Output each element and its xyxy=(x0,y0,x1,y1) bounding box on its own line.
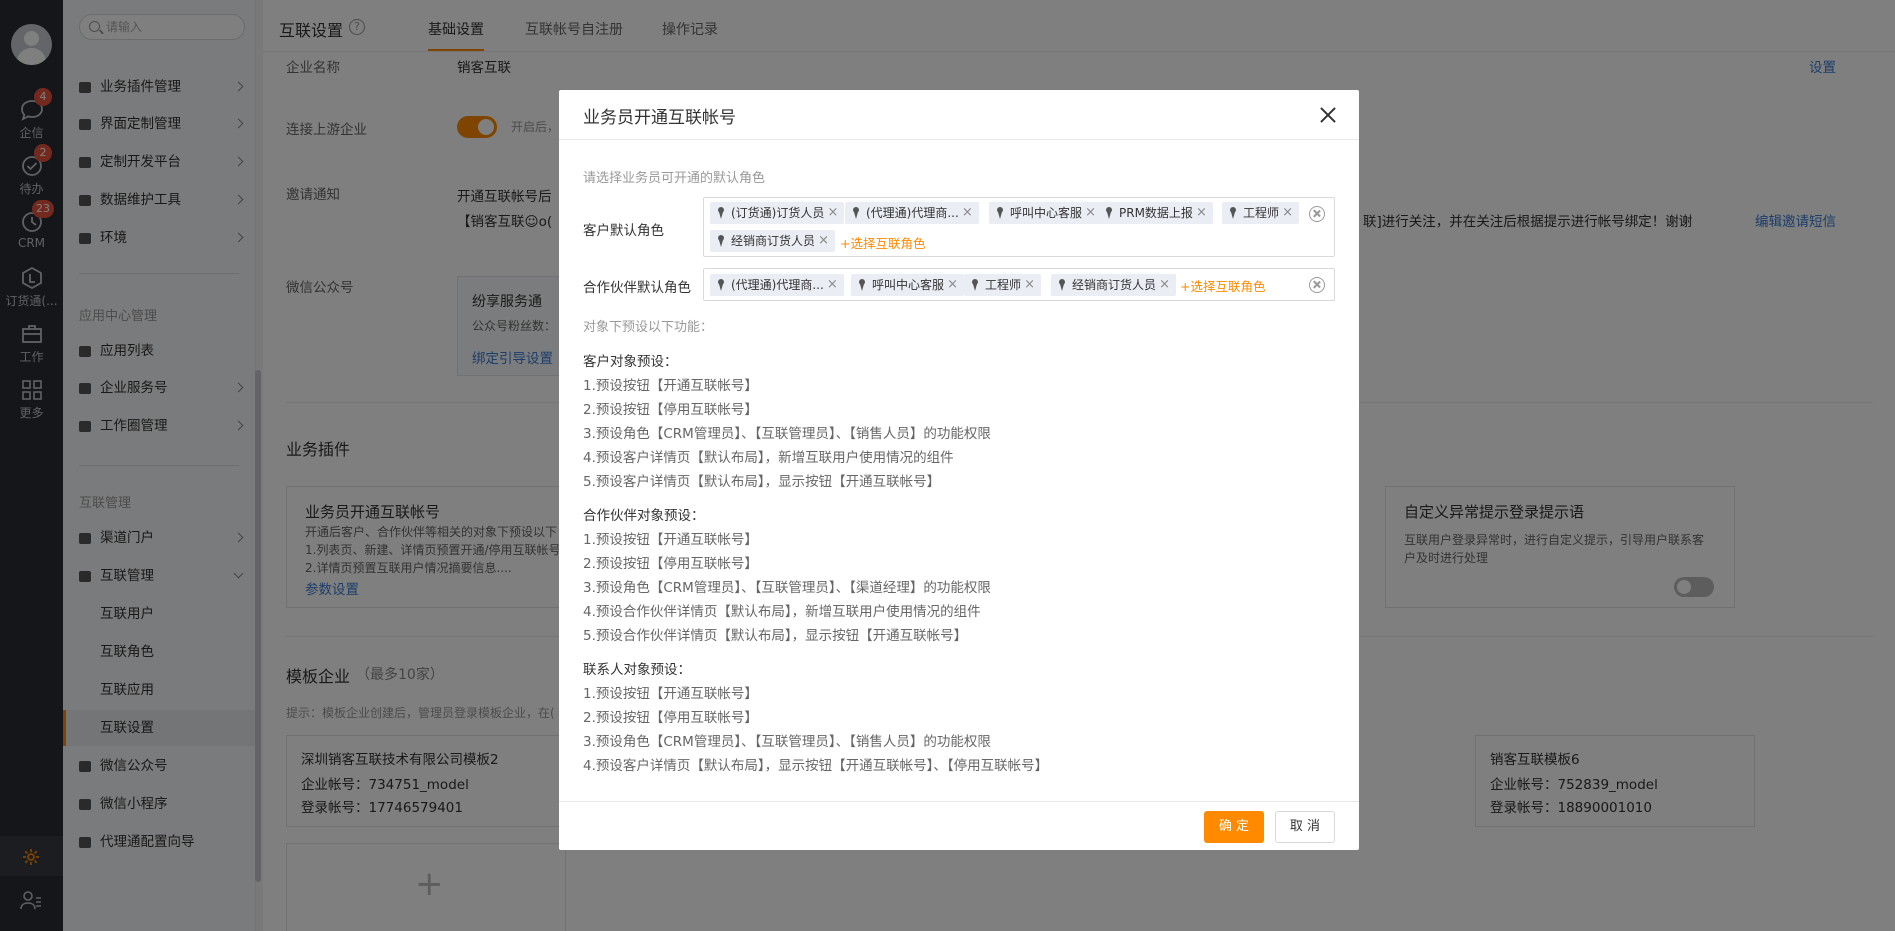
remove-tag-icon[interactable]: × xyxy=(947,274,958,296)
confirm-button[interactable]: 确 定 xyxy=(1204,811,1264,843)
preset-line: 4.预设客户详情页【默认布局】，新增互联用户使用情况的组件 xyxy=(583,450,954,466)
remove-tag-icon[interactable]: × xyxy=(1085,202,1096,224)
role-tag: 经销商订货人员 × xyxy=(1051,274,1177,296)
role-pin-icon xyxy=(718,207,724,219)
remove-tag-icon[interactable]: × xyxy=(1159,274,1170,296)
preset-line: 4.预设合作伙伴详情页【默认布局】，新增互联用户使用情况的组件 xyxy=(583,604,981,620)
preset-hint: 对象下预设以下功能： xyxy=(583,320,714,335)
remove-tag-icon[interactable]: × xyxy=(827,202,838,224)
close-icon[interactable] xyxy=(1316,103,1340,127)
partner-preset-title: 合作伙伴对象预设： xyxy=(583,508,705,524)
role-tag-label: 呼叫中心客服 xyxy=(872,278,945,292)
role-tag: (代理通)代理商... × xyxy=(710,274,844,296)
preset-line: 3.预设角色【CRM管理员】、【互联管理员】、【销售人员】的功能权限 xyxy=(583,734,991,750)
role-tag-label: 工程师 xyxy=(985,278,1022,292)
role-tag: 工程师 × xyxy=(1222,202,1300,224)
role-pin-icon xyxy=(997,207,1003,219)
preset-line: 5.预设合作伙伴详情页【默认布局】，显示按钮【开通互联帐号】 xyxy=(583,628,968,644)
role-tag-label: PRM数据上报 xyxy=(1119,206,1193,220)
clear-all-icon[interactable] xyxy=(1309,206,1325,222)
role-tag-label: (代理通)代理商... xyxy=(866,206,959,220)
remove-tag-icon[interactable]: × xyxy=(1024,274,1035,296)
remove-tag-icon[interactable]: × xyxy=(962,202,973,224)
role-tag: PRM数据上报 × xyxy=(1098,202,1213,224)
dialog-title: 业务员开通互联帐号 xyxy=(583,108,736,128)
role-pin-icon xyxy=(1230,207,1236,219)
role-pin-icon xyxy=(718,235,724,247)
role-tag-label: (代理通)代理商... xyxy=(731,278,824,292)
contact-preset-title: 联系人对象预设： xyxy=(583,662,691,678)
preset-line: 3.预设角色【CRM管理员】、【互联管理员】、【渠道经理】的功能权限 xyxy=(583,580,991,596)
remove-tag-icon[interactable]: × xyxy=(1282,202,1293,224)
role-tag: (订货通)订货人员 × xyxy=(710,202,845,224)
role-pin-icon xyxy=(718,279,724,291)
preset-line: 4.预设客户详情页【默认布局】，显示按钮【开通互联帐号】、【停用互联帐号】 xyxy=(583,758,1049,774)
role-tag: 经销商订货人员 × xyxy=(710,230,836,252)
role-pin-icon xyxy=(1059,279,1065,291)
role-pin-icon xyxy=(859,279,865,291)
dialog-header: 业务员开通互联帐号 xyxy=(559,90,1359,140)
remove-tag-icon[interactable]: × xyxy=(1196,202,1207,224)
dialog-role-hint: 请选择业务员可开通的默认角色 xyxy=(583,171,766,186)
partner-role-select[interactable]: (代理通)代理商... × 呼叫中心客服 × 工程师 × 经销商订货人员 × +选择互联… xyxy=(703,268,1335,301)
role-pin-icon xyxy=(1106,207,1112,219)
role-tag-label: 工程师 xyxy=(1243,206,1280,220)
remove-tag-icon[interactable]: × xyxy=(818,230,829,252)
role-tag: 呼叫中心客服 × xyxy=(989,202,1103,224)
role-pin-icon xyxy=(972,279,978,291)
preset-line: 2.预设按钮【停用互联帐号】 xyxy=(583,402,758,418)
add-interconnect-role-button[interactable]: +选择互联角色 xyxy=(840,233,925,252)
role-tag-label: 呼叫中心客服 xyxy=(1010,206,1083,220)
preset-line: 5.预设客户详情页【默认布局】，显示按钮【开通互联帐号】 xyxy=(583,474,941,490)
preset-line: 2.预设按钮【停用互联帐号】 xyxy=(583,710,758,726)
role-tag: 工程师 × xyxy=(964,274,1042,296)
customer-default-role-label: 客户默认角色 xyxy=(583,223,664,239)
role-tag: (代理通)代理商... × xyxy=(845,202,979,224)
preset-line: 1.预设按钮【开通互联帐号】 xyxy=(583,378,758,394)
preset-line: 2.预设按钮【停用互联帐号】 xyxy=(583,556,758,572)
customer-role-select[interactable]: (订货通)订货人员 × (代理通)代理商... × 呼叫中心客服 × PRM数据上报 ×… xyxy=(703,197,1335,257)
preset-line: 3.预设角色【CRM管理员】、【互联管理员】、【销售人员】的功能权限 xyxy=(583,426,991,442)
clear-all-icon[interactable] xyxy=(1309,277,1325,293)
preset-line: 1.预设按钮【开通互联帐号】 xyxy=(583,686,758,702)
preset-line: 1.预设按钮【开通互联帐号】 xyxy=(583,532,758,548)
role-tag-label: 经销商订货人员 xyxy=(1072,278,1157,292)
add-interconnect-role-button[interactable]: +选择互联角色 xyxy=(1180,276,1265,295)
remove-tag-icon[interactable]: × xyxy=(827,274,838,296)
cancel-button[interactable]: 取 消 xyxy=(1275,811,1335,843)
role-tag-label: (订货通)订货人员 xyxy=(731,206,825,220)
role-pin-icon xyxy=(853,207,859,219)
open-account-dialog: 业务员开通互联帐号 请选择业务员可开通的默认角色 客户默认角色 (订货通)订货人… xyxy=(559,90,1359,850)
dialog-footer: 确 定 取 消 xyxy=(559,801,1359,850)
role-tag: 呼叫中心客服 × xyxy=(851,274,965,296)
customer-preset-title: 客户对象预设： xyxy=(583,354,678,370)
role-tag-label: 经销商订货人员 xyxy=(731,234,816,248)
partner-default-role-label: 合作伙伴默认角色 xyxy=(583,280,691,296)
